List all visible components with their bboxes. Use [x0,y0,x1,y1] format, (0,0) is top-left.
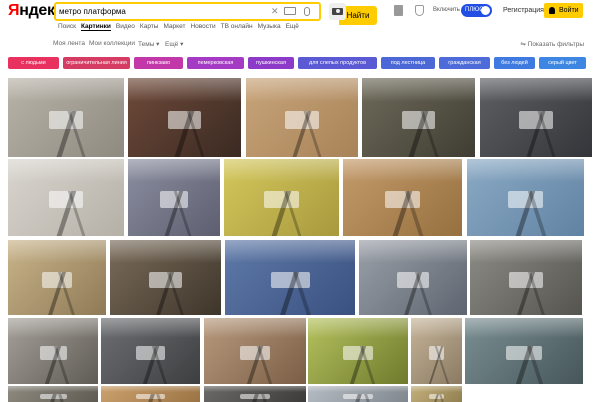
plus-toggle[interactable]: ПЛЮС [461,4,492,17]
service-tab[interactable]: Поиск [58,23,76,30]
user-icon [549,7,555,14]
more-dropdown[interactable]: Ещё ▾ [165,40,183,48]
search-box[interactable]: ✕ Найти [54,2,377,25]
tag-chip[interactable]: без людей [494,57,535,69]
metro-platform-image[interactable] [224,159,339,236]
metro-platform-image[interactable] [411,318,462,384]
service-tab[interactable]: ТВ онлайн [221,23,253,30]
metro-platform-image[interactable] [246,78,358,157]
header: Яндекс ✕ Найти Включить ПЛЮС Регистрация… [0,0,600,25]
tag-chip[interactable]: с людьми [8,57,59,69]
metro-platform-image[interactable] [465,318,583,384]
search-input[interactable] [59,4,265,19]
tag-chip[interactable]: пинкзаво [134,57,183,69]
tag-chip[interactable]: ограничительная линия [63,57,130,69]
metro-platform-image[interactable] [110,240,221,315]
service-tab[interactable]: Карты [140,23,159,30]
metro-platform-image[interactable] [128,159,220,236]
metro-platform-image[interactable] [362,78,475,157]
tag-chip[interactable]: под лестница [381,57,435,69]
service-tab[interactable]: Музыка [258,23,281,30]
metro-platform-image[interactable] [101,386,200,402]
keyboard-icon[interactable] [284,7,296,15]
logo-first-letter: Я [8,2,20,19]
services-nav: Поиск Картинки Видео Карты Маркет Новости ТВ о… [58,23,304,34]
tag-chip[interactable]: серый цвет [539,57,586,69]
metro-platform-image[interactable] [411,386,462,402]
metro-platform-image[interactable] [8,159,124,236]
image-grid [0,78,600,402]
tag-chip[interactable]: для слепых продуктов [298,57,377,69]
tag-chip[interactable]: пемерковская [187,57,244,69]
service-tab[interactable]: Маркет [163,23,185,30]
shield-icon[interactable] [415,5,424,16]
metro-platform-image[interactable] [101,318,200,384]
metro-platform-image[interactable] [308,386,408,402]
my-collections-link[interactable]: Мои коллекции [89,40,135,47]
login-button[interactable]: Войти [544,3,583,18]
show-filters-button[interactable]: ⇋ Показать фильтры [520,40,584,48]
metro-platform-image[interactable] [8,240,106,315]
metro-platform-image[interactable] [467,159,584,236]
filters-row: Моя лента Мои коллекции Темы ▾ Ещё ▾ ⇋ П… [0,38,600,49]
plus-label: Включить [433,7,460,13]
metro-platform-image[interactable] [8,318,98,384]
metro-platform-image[interactable] [8,78,124,157]
metro-platform-image[interactable] [308,318,408,384]
themes-dropdown[interactable]: Темы ▾ [138,40,159,48]
metro-platform-image[interactable] [359,240,467,315]
metro-platform-image[interactable] [225,240,355,315]
metro-platform-image[interactable] [204,318,306,384]
login-label: Войти [559,7,579,14]
tag-chip[interactable]: пушкинская [248,57,294,69]
microphone-icon[interactable] [304,7,310,16]
metro-platform-image[interactable] [8,386,98,402]
service-tab[interactable]: Видео [116,23,135,30]
camera-search-icon[interactable] [329,3,346,20]
service-tab[interactable]: Новости [190,23,215,30]
bookmark-icon[interactable] [394,5,403,16]
my-tape-link[interactable]: Моя лента [53,40,85,47]
metro-platform-image[interactable] [204,386,306,402]
service-tab[interactable]: Ещё [286,23,299,30]
tag-chip[interactable]: гражданская [439,57,490,69]
service-tab[interactable]: Картинки [81,23,111,31]
metro-platform-image[interactable] [470,240,582,315]
metro-platform-image[interactable] [480,78,592,157]
register-link[interactable]: Регистрация [503,7,544,14]
metro-platform-image[interactable] [128,78,241,157]
clear-icon[interactable]: ✕ [271,6,279,17]
metro-platform-image[interactable] [343,159,462,236]
